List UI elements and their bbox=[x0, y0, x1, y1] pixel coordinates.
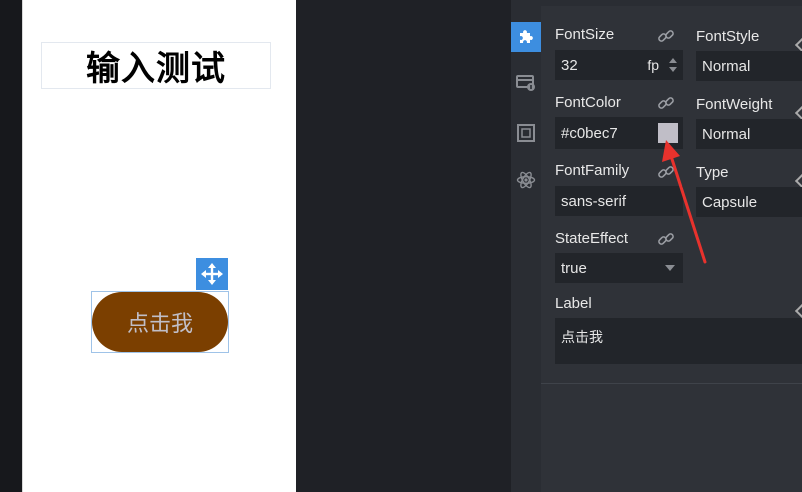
editor-left-gutter bbox=[0, 0, 22, 492]
font-weight-value: Normal bbox=[702, 125, 751, 143]
panel-top-strip bbox=[541, 0, 802, 6]
selected-button-component[interactable]: 点击我 bbox=[91, 291, 229, 353]
property-panel: FontSize 32 fp FontStyle Normal FontColo… bbox=[541, 0, 802, 492]
chevron-left-icon bbox=[794, 37, 802, 53]
font-family-value: sans-serif bbox=[561, 192, 627, 210]
font-color-label: FontColor bbox=[555, 94, 621, 111]
chevron-left-icon bbox=[794, 303, 802, 319]
font-style-value: Normal bbox=[702, 57, 751, 75]
font-color-input[interactable]: #c0bec7 bbox=[555, 117, 683, 149]
state-effect-value: true bbox=[561, 259, 587, 277]
font-color-value: #c0bec7 bbox=[561, 124, 618, 142]
color-swatch[interactable] bbox=[658, 123, 678, 143]
state-effect-label: StateEffect bbox=[555, 230, 629, 247]
font-weight-select[interactable]: Normal bbox=[696, 119, 802, 149]
font-style-label: FontStyle bbox=[696, 28, 760, 45]
editor-canvas-area bbox=[296, 0, 511, 492]
stepper-icon[interactable] bbox=[669, 56, 677, 74]
link-icon[interactable] bbox=[657, 163, 675, 181]
type-select[interactable]: Capsule bbox=[696, 187, 802, 217]
font-style-select[interactable]: Normal bbox=[696, 51, 802, 81]
device-preview: 输入测试 点击我 bbox=[22, 0, 297, 492]
title-text: 输入测试 bbox=[86, 49, 226, 89]
font-size-input[interactable]: 32 fp bbox=[555, 50, 683, 80]
font-family-input[interactable]: sans-serif bbox=[555, 186, 683, 216]
card-info-icon[interactable] bbox=[511, 68, 541, 98]
atom-icon[interactable] bbox=[511, 165, 541, 195]
font-size-label: FontSize bbox=[555, 26, 615, 43]
chevron-down-icon bbox=[665, 265, 675, 271]
capsule-button[interactable]: 点击我 bbox=[92, 292, 228, 352]
label-textarea[interactable]: 点击我 bbox=[555, 318, 802, 364]
label-label: Label bbox=[555, 295, 592, 312]
link-icon[interactable] bbox=[657, 230, 675, 248]
font-weight-label: FontWeight bbox=[696, 96, 773, 113]
panel-divider bbox=[541, 383, 802, 384]
font-size-value: 32 bbox=[561, 56, 578, 74]
font-size-unit: fp bbox=[647, 57, 659, 73]
chevron-left-icon bbox=[794, 105, 802, 121]
puzzle-icon[interactable] bbox=[511, 22, 541, 52]
state-effect-select[interactable]: true bbox=[555, 253, 683, 283]
link-icon[interactable] bbox=[657, 94, 675, 112]
chevron-left-icon bbox=[794, 173, 802, 189]
link-icon[interactable] bbox=[657, 27, 675, 45]
type-value: Capsule bbox=[702, 193, 758, 211]
frame-icon[interactable] bbox=[511, 118, 541, 148]
move-handle-icon[interactable] bbox=[196, 258, 228, 290]
title-text-component[interactable]: 输入测试 bbox=[41, 42, 271, 89]
property-tab-strip bbox=[511, 0, 541, 492]
type-label: Type bbox=[696, 164, 729, 181]
font-family-label: FontFamily bbox=[555, 162, 630, 179]
